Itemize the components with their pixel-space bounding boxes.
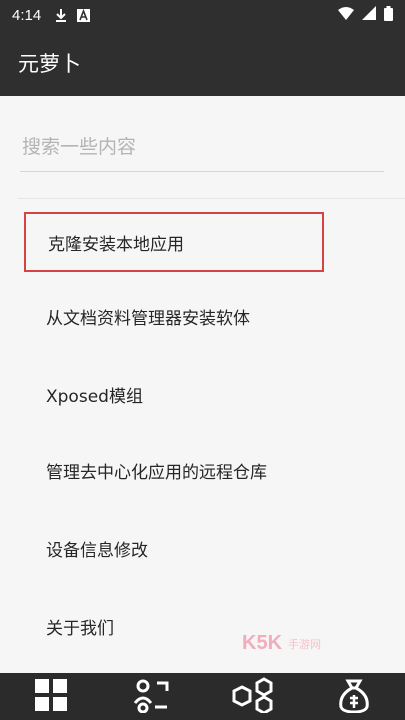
wifi-icon: [338, 6, 354, 24]
status-time: 4:14: [12, 6, 42, 24]
status-bar: 4:14: [0, 0, 405, 30]
menu-item-install-from-files[interactable]: 从文档资料管理器安装软体: [24, 286, 324, 346]
notification-a-icon: [77, 8, 91, 22]
menu-item-label: 设备信息修改: [46, 540, 148, 561]
app-bar: 元萝卜: [0, 30, 405, 96]
watermark-logo: K5K 手游网: [242, 632, 321, 655]
money-bag-icon: [337, 677, 371, 717]
divider: [18, 198, 405, 199]
nav-contacts-button[interactable]: [122, 673, 182, 720]
menu-item-label: 克隆安装本地应用: [48, 234, 184, 255]
nav-apps-button[interactable]: [21, 673, 81, 720]
menu-item-label: 关于我们: [46, 618, 114, 639]
hexagon-modules-icon: [230, 676, 276, 717]
app-title: 元萝卜: [18, 52, 81, 76]
menu-item-label: Xposed模组: [46, 386, 143, 407]
search-field: [20, 124, 384, 172]
grid-apps-icon: [33, 677, 69, 717]
nav-modules-button[interactable]: [223, 673, 283, 720]
menu-item-clone-install[interactable]: 克隆安装本地应用: [24, 212, 324, 272]
menu-item-xposed[interactable]: Xposed模组: [24, 364, 324, 424]
battery-icon: [384, 5, 393, 25]
menu-item-device-info[interactable]: 设备信息修改: [24, 518, 324, 578]
contacts-scan-icon: [133, 677, 171, 717]
watermark-brand: K5K: [242, 632, 283, 654]
search-input[interactable]: [20, 124, 384, 170]
signal-icon: [362, 6, 376, 24]
nav-wallet-button[interactable]: [324, 673, 384, 720]
menu-item-remote-repos[interactable]: 管理去中心化应用的远程仓库: [24, 440, 324, 500]
watermark-sub: 手游网: [288, 638, 322, 651]
menu-item-label: 从文档资料管理器安装软体: [46, 308, 250, 329]
bottom-nav: [0, 673, 405, 720]
download-icon: [55, 8, 67, 22]
menu-item-label: 管理去中心化应用的远程仓库: [46, 462, 267, 483]
